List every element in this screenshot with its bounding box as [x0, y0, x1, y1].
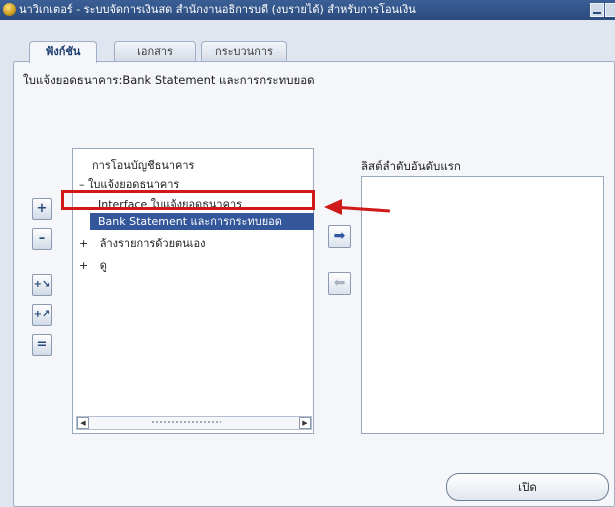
minimize-button[interactable]	[590, 3, 604, 17]
top-list[interactable]	[361, 176, 604, 434]
tree-item-bank-statement-folder[interactable]: – ใบแจ้งยอดธนาคาร	[79, 175, 179, 193]
scroll-right-icon[interactable]: ▶	[299, 417, 311, 429]
tab-processes[interactable]: กระบวนการ	[201, 41, 287, 62]
move-right-arrow-icon[interactable]: ➡	[328, 225, 351, 248]
tab-functions[interactable]: ฟังก์ชัน	[29, 41, 97, 63]
window-title: นาวิเกเตอร์ - ระบบจัดการเงินสด สำนักงานอ…	[19, 3, 416, 16]
move-left-arrow-icon[interactable]: ⬅	[328, 272, 351, 295]
tree-item-bank-transfer[interactable]: การโอนบัญชีธนาคาร	[92, 156, 194, 174]
scroll-left-icon[interactable]: ◀	[77, 417, 89, 429]
app-logo-icon	[3, 3, 16, 16]
panel-heading: ใบแจ้งยอดธนาคาร:Bank Statement และการกระ…	[23, 73, 315, 87]
tree-item-view[interactable]: + ดู	[79, 256, 107, 274]
open-button[interactable]: เปิด	[446, 473, 609, 501]
tree-horizontal-scrollbar[interactable]: ◀ ▶	[76, 416, 312, 430]
annotation-arrow-head	[324, 199, 342, 215]
function-tree[interactable]: การโอนบัญชีธนาคาร – ใบแจ้งยอดธนาคาร Inte…	[72, 148, 314, 434]
tree-item-statement-interface[interactable]: Interface ใบแจ้งยอดธนาคาร	[98, 195, 242, 213]
navigator-window: ฟังก์ชัน เอกสาร กระบวนการ ใบแจ้งยอดธนาคา…	[0, 20, 615, 507]
top-list-label: ลิสต์ลำดับอันดับแรก	[361, 159, 461, 173]
tree-item-manual-clearing[interactable]: + ล้างรายการด้วยตนเอง	[79, 234, 205, 252]
maximize-button[interactable]	[605, 3, 615, 17]
scroll-thumb[interactable]	[151, 420, 221, 424]
tree-item-bank-statement-reconcile[interactable]: Bank Statement และการกระทบยอด	[90, 213, 314, 230]
functions-panel: ใบแจ้งยอดธนาคาร:Bank Statement และการกระ…	[13, 61, 615, 507]
expand-all-icon[interactable]: +↗	[32, 304, 52, 326]
add-icon[interactable]: +	[32, 198, 52, 220]
tab-documents[interactable]: เอกสาร	[114, 41, 196, 62]
expand-branch-icon[interactable]: +↘	[32, 274, 52, 296]
window-titlebar: นาวิเกเตอร์ - ระบบจัดการเงินสด สำนักงานอ…	[0, 0, 615, 20]
collapse-all-icon[interactable]: =	[32, 334, 52, 356]
remove-icon[interactable]: –	[32, 228, 52, 250]
